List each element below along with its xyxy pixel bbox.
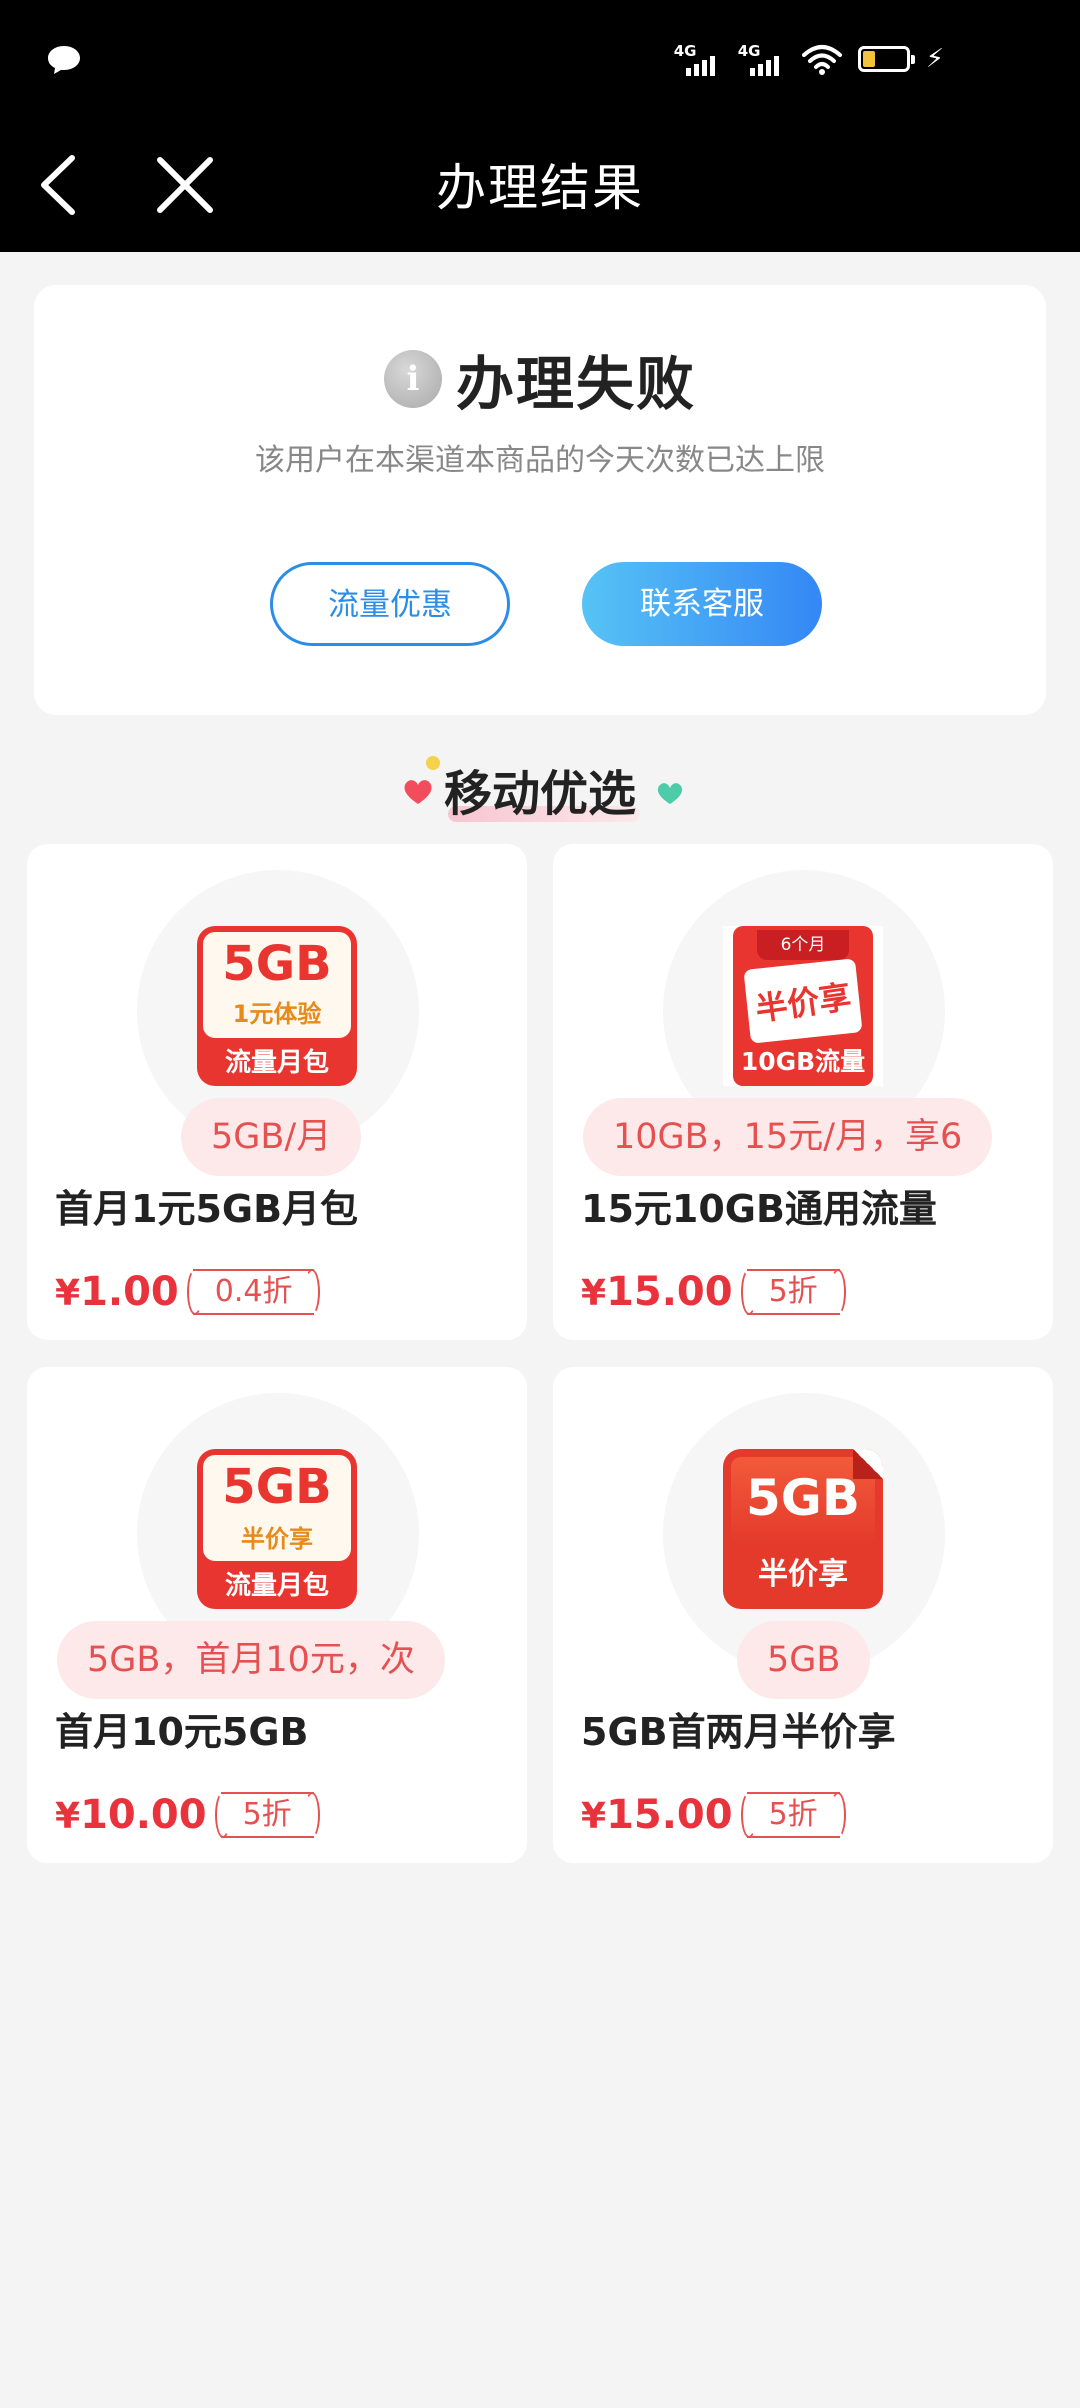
result-card: i 办理失败 该用户在本渠道本商品的今天次数已达上限 流量优惠 联系客服 [34,285,1046,715]
package-thumbnail: 6个月 半价享 10GB流量 [723,926,883,1086]
info-icon: i [383,350,442,408]
thumb-big-text: 5GB [222,936,332,992]
heart-green-icon [657,783,683,804]
traffic-offer-button[interactable]: 流量优惠 [270,562,510,646]
decor-dot-icon [425,756,440,770]
product-tag: 5GB [737,1621,871,1699]
heart-icon [404,780,432,804]
result-header: i 办理失败 [34,337,1046,421]
status-bar: 4G 4G ⚡ [0,0,1080,120]
price-row: ¥10.00 5折 [55,1785,320,1845]
thumb-mid-text: 1元体验 [232,1000,322,1028]
top-bar: 4G 4G ⚡ 办理结果 [0,0,1080,252]
cellular-signal-icon: 4G [674,42,722,76]
product-name: 首月1元5GB月包 [55,1187,359,1231]
result-title: 办理失败 [455,350,696,418]
thumb-bottom-text: 流量月包 [224,1048,329,1078]
cellular-signal-icon-2: 4G [738,42,786,76]
thumb-bottom-text: 流量月包 [224,1571,329,1601]
thumb-big-text: 5GB [746,1469,860,1527]
charging-icon: ⚡ [925,44,944,74]
product-tag: 5GB/月 [181,1098,362,1176]
product-card[interactable]: 5GB 半价享 流量月包 5GB，首月10元，次 首月10元5GB ¥10.00… [27,1367,527,1863]
product-price: ¥10.00 [55,1792,207,1838]
product-tag: 10GB，15元/月，享6 [583,1098,993,1176]
package-thumbnail: 5GB 半价享 流量月包 [197,1449,357,1609]
status-icons: 4G 4G ⚡ [674,42,944,76]
product-name: 5GB首两月半价享 [581,1710,896,1754]
price-row: ¥1.00 0.4折 [55,1262,321,1322]
product-name: 首月10元5GB [55,1710,309,1754]
battery-icon [857,46,915,72]
section-header: 移动优选 [0,754,1080,824]
package-thumbnail: 5GB 半价享 [723,1449,883,1609]
product-price: ¥15.00 [581,1269,733,1315]
contact-service-button[interactable]: 联系客服 [582,562,822,646]
navigation-bar: 办理结果 [0,120,1080,252]
package-thumbnail: 5GB 1元体验 流量月包 [197,926,357,1086]
result-message: 该用户在本渠道本商品的今天次数已达上限 [255,443,825,478]
discount-badge: 5折 [214,1792,320,1838]
product-card[interactable]: 5GB 半价享 5GB 5GB首两月半价享 ¥15.00 5折 [553,1367,1053,1863]
price-row: ¥15.00 5折 [581,1262,846,1322]
discount-badge: 0.4折 [186,1269,321,1315]
page-title: 办理结果 [436,159,644,217]
message-bubble-icon [48,46,80,74]
thumb-mid-text: 半价享 [241,1525,313,1553]
discount-badge: 5折 [740,1269,846,1315]
product-card[interactable]: 5GB 1元体验 流量月包 5GB/月 首月1元5GB月包 ¥1.00 0.4折 [27,844,527,1340]
product-price: ¥1.00 [55,1269,179,1315]
product-tag: 5GB，首月10元，次 [57,1621,445,1699]
section-title: 移动优选 [443,766,636,822]
thumb-bottom-text: 半价享 [758,1557,848,1592]
thumb-top-text: 6个月 [757,930,849,960]
thumb-big-text: 5GB [222,1459,332,1515]
product-price: ¥15.00 [581,1792,733,1838]
product-name: 15元10GB通用流量 [581,1187,937,1231]
price-row: ¥15.00 5折 [581,1785,846,1845]
wifi-icon [801,45,842,75]
thumb-bottom-text: 10GB流量 [740,1047,866,1076]
product-card[interactable]: 6个月 半价享 10GB流量 10GB，15元/月，享6 15元10GB通用流量… [553,844,1053,1340]
discount-badge: 5折 [740,1792,846,1838]
